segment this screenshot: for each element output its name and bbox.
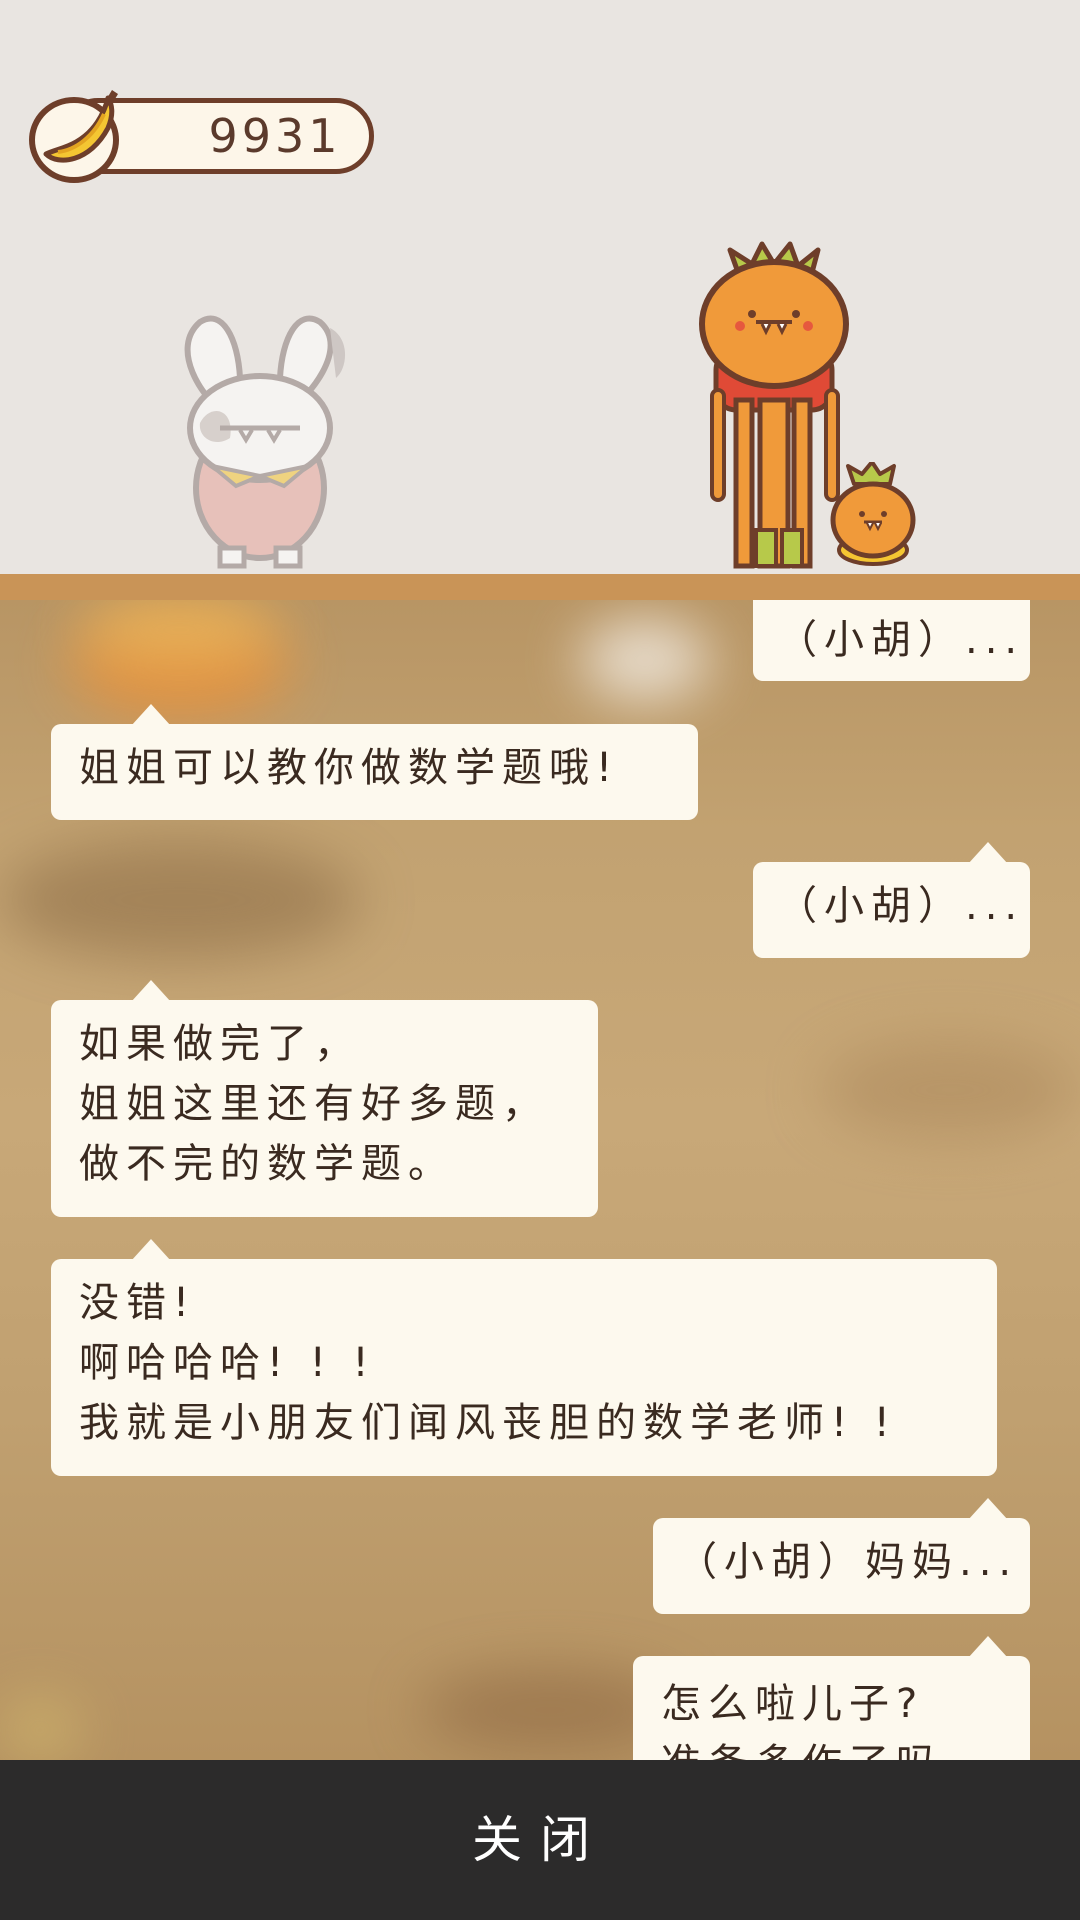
rabbit-character <box>184 315 346 569</box>
dialogue-bubble: 没错! 啊哈哈哈! ! ! 我就是小朋友们闻风丧胆的数学老师! ! <box>51 1239 997 1476</box>
dialogue-line: 怎么啦儿子? <box>661 1681 925 1727</box>
game-scene: 9931 <box>0 0 1080 574</box>
bottom-bar: 关闭 <box>0 1760 1080 1920</box>
bubble-tail <box>968 1498 1008 1520</box>
dialogue-line: （小胡）... <box>777 883 1025 929</box>
bubble-tail <box>968 1636 1008 1658</box>
dialogue-line: 做不完的数学题。 <box>79 1141 455 1187</box>
banana-count: 9931 <box>208 109 342 163</box>
bubble-tail <box>131 704 171 726</box>
orange-boy-character <box>830 462 916 566</box>
dialogue-line: 我就是小朋友们闻风丧胆的数学老师! ! <box>79 1400 897 1446</box>
dialogue-line: （小胡）妈妈... <box>677 1539 1019 1585</box>
dialogue-bubble: 怎么啦儿子? 准备多作了吗 <box>633 1636 1030 1760</box>
dialogue-line: 如果做完了， <box>79 1021 361 1067</box>
scene-floor <box>0 574 1080 600</box>
dialogue-line: 姐姐可以教你做数学题哦! <box>79 745 620 791</box>
bubble-tail <box>131 1239 171 1261</box>
dialogue-line: 没错! <box>79 1280 197 1326</box>
dialogue-bubble: 姐姐可以教你做数学题哦! <box>51 704 698 820</box>
bubble-tail <box>131 980 171 1002</box>
close-button[interactable]: 关闭 <box>0 1760 1080 1920</box>
dialogue-bubble: （小胡）... <box>753 600 1030 681</box>
banana-icon <box>29 90 119 183</box>
bubble-tail <box>968 842 1008 864</box>
dialogue-line: （小胡）... <box>777 617 1025 663</box>
dialogue-line: 啊哈哈哈! ! ! <box>79 1340 376 1386</box>
dialogue-log[interactable]: （小胡）... 姐姐可以教你做数学题哦! （小胡）... 如果做完了， 姐姐这里… <box>0 600 1080 1760</box>
dialogue-bubble: 如果做完了， 姐姐这里还有好多题， 做不完的数学题。 <box>51 980 598 1217</box>
dialogue-bubble: （小胡）妈妈... <box>653 1498 1030 1614</box>
dialogue-line: 准备多作了吗 <box>661 1734 1002 1760</box>
dialogue-bubble: （小胡）... <box>753 842 1030 958</box>
dialogue-line: 姐姐这里还有好多题， <box>79 1081 549 1127</box>
